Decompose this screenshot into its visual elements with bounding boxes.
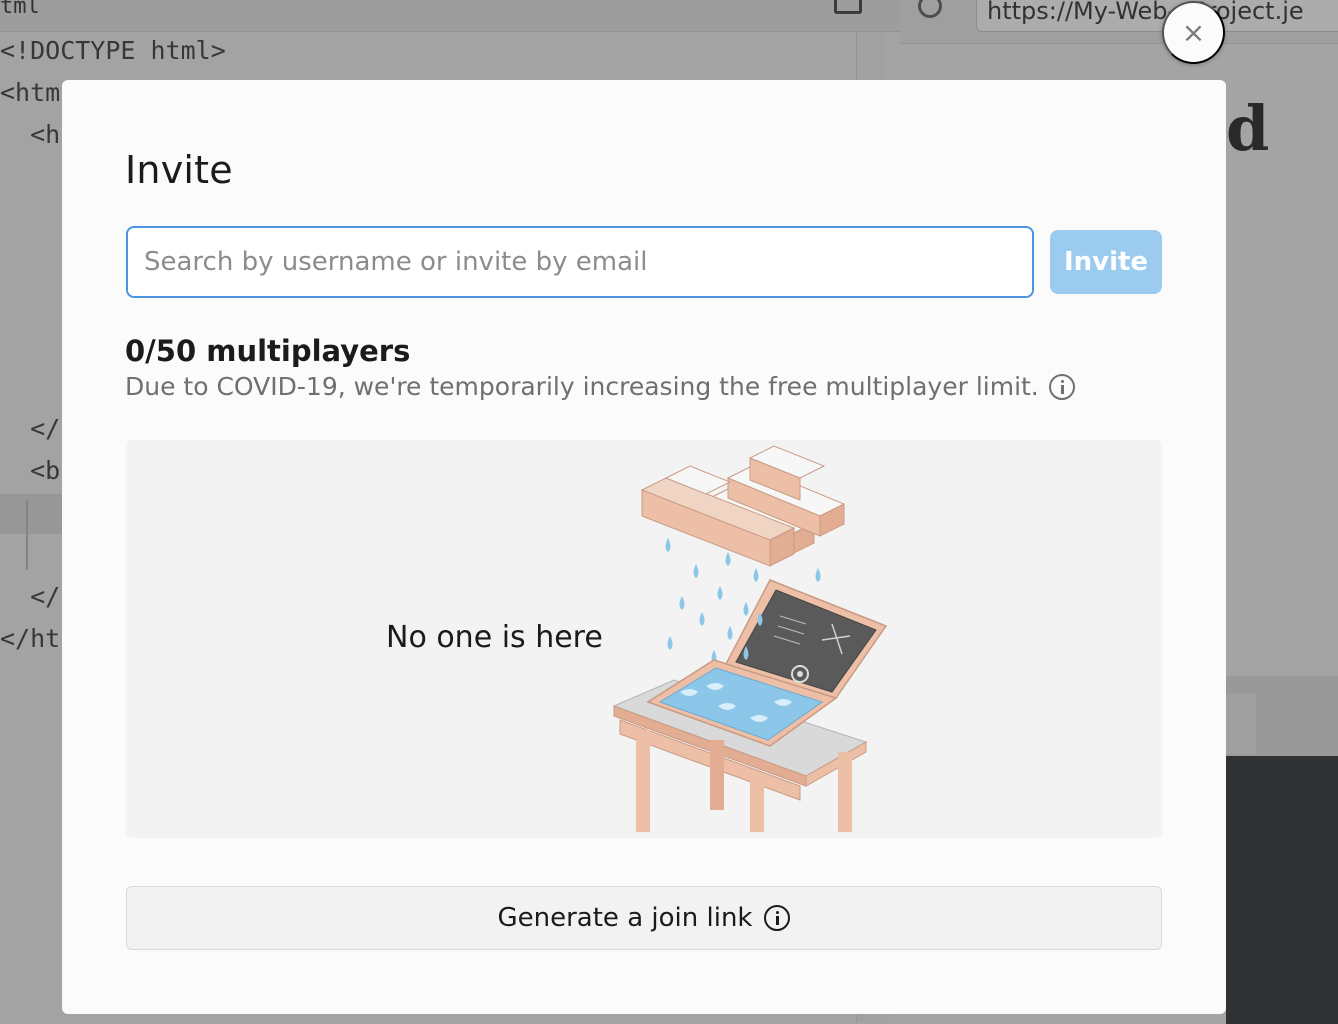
cloud-illustration [640,445,846,567]
covid-note: Due to COVID-19, we're temporarily incre… [125,372,1075,401]
close-button[interactable]: × [1162,1,1225,64]
close-icon: × [1181,15,1206,49]
info-icon[interactable] [764,905,791,931]
empty-state-text: No one is here [386,620,603,655]
search-input[interactable] [126,226,1034,298]
multiplayer-count: 0/50 multiplayers [125,334,411,368]
invite-modal: Invite Invite 0/50 multiplayers Due to C… [62,80,1226,1014]
covid-note-text: Due to COVID-19, we're temporarily incre… [125,372,1039,401]
invite-button[interactable]: Invite [1050,230,1162,294]
generate-join-link-button[interactable]: Generate a join link [126,886,1162,950]
empty-state-panel: No one is here [126,440,1162,838]
rain-cloud-laptop-illustration [612,445,888,832]
generate-join-link-label: Generate a join link [497,903,753,933]
modal-title: Invite [125,148,233,192]
info-icon[interactable] [1048,373,1075,400]
